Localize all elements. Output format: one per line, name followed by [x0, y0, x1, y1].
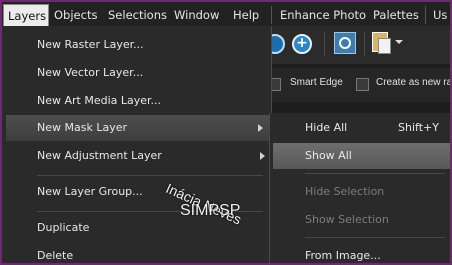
tool-options-bar: Smart Edge Create as new ras	[268, 68, 450, 102]
mask-layer-submenu: Hide All Shift+Y Show All Hide Selection…	[269, 113, 450, 263]
app-window: Layers Objects Selections Window Help En…	[2, 2, 450, 263]
watermark-group: SIMPSP	[180, 202, 241, 219]
zoom-fit-icon[interactable]	[334, 32, 356, 54]
submenu-item-hide-all[interactable]: Hide All Shift+Y	[270, 115, 450, 141]
create-as-new-label: Create as new ras	[376, 77, 450, 88]
menu-layers[interactable]: Layers	[3, 4, 49, 26]
menu-item-new-adjustment-layer[interactable]: New Adjustment Layer	[2, 143, 271, 169]
chevron-right-icon	[258, 124, 263, 132]
submenu-item-show-all[interactable]: Show All	[273, 143, 450, 169]
menu-separator	[305, 173, 445, 174]
menu-palettes[interactable]: Palettes	[373, 5, 419, 25]
menu-window[interactable]: Window	[174, 5, 219, 25]
menu-objects[interactable]: Objects	[54, 5, 97, 25]
menu-item-label: New Mask Layer	[37, 121, 127, 134]
create-as-new-checkbox[interactable]	[356, 78, 369, 91]
submenu-item-show-selection: Show Selection	[305, 213, 389, 226]
menu-user[interactable]: Us	[433, 5, 447, 25]
chevron-right-icon	[260, 152, 265, 160]
submenu-item-label: Hide All	[305, 121, 348, 134]
menu-help[interactable]: Help	[233, 5, 259, 25]
menu-item-delete[interactable]: Delete	[2, 243, 271, 263]
menu-selections[interactable]: Selections	[108, 5, 167, 25]
toolbar: +	[265, 26, 450, 64]
menu-separator	[305, 237, 445, 238]
menu-item-new-mask-layer[interactable]: New Mask Layer	[6, 115, 269, 141]
menu-item-new-vector-layer[interactable]: New Vector Layer...	[2, 60, 271, 86]
menu-separator	[271, 6, 272, 24]
toolbar-separator	[324, 32, 325, 56]
menu-item-new-raster-layer[interactable]: New Raster Layer...	[2, 32, 271, 58]
paste-icon[interactable]	[372, 32, 391, 54]
shortcut-label: Shift+Y	[398, 121, 439, 134]
menu-bar: Layers Objects Selections Window Help En…	[2, 2, 450, 26]
chevron-down-icon[interactable]	[395, 40, 403, 44]
menu-item-new-art-media-layer[interactable]: New Art Media Layer...	[2, 88, 271, 114]
menu-enhance-photo[interactable]: Enhance Photo	[280, 5, 366, 25]
menu-separator	[37, 175, 263, 176]
submenu-item-hide-selection: Hide Selection	[305, 185, 385, 198]
smart-edge-label: Smart Edge	[290, 77, 343, 88]
toolbar-separator	[364, 32, 365, 56]
submenu-item-from-image[interactable]: From Image...	[270, 243, 450, 263]
layers-menu: New Raster Layer... New Vector Layer... …	[2, 26, 272, 263]
menu-item-label: New Adjustment Layer	[37, 149, 162, 162]
zoom-in-icon[interactable]: +	[292, 34, 312, 54]
menu-separator	[425, 6, 426, 24]
